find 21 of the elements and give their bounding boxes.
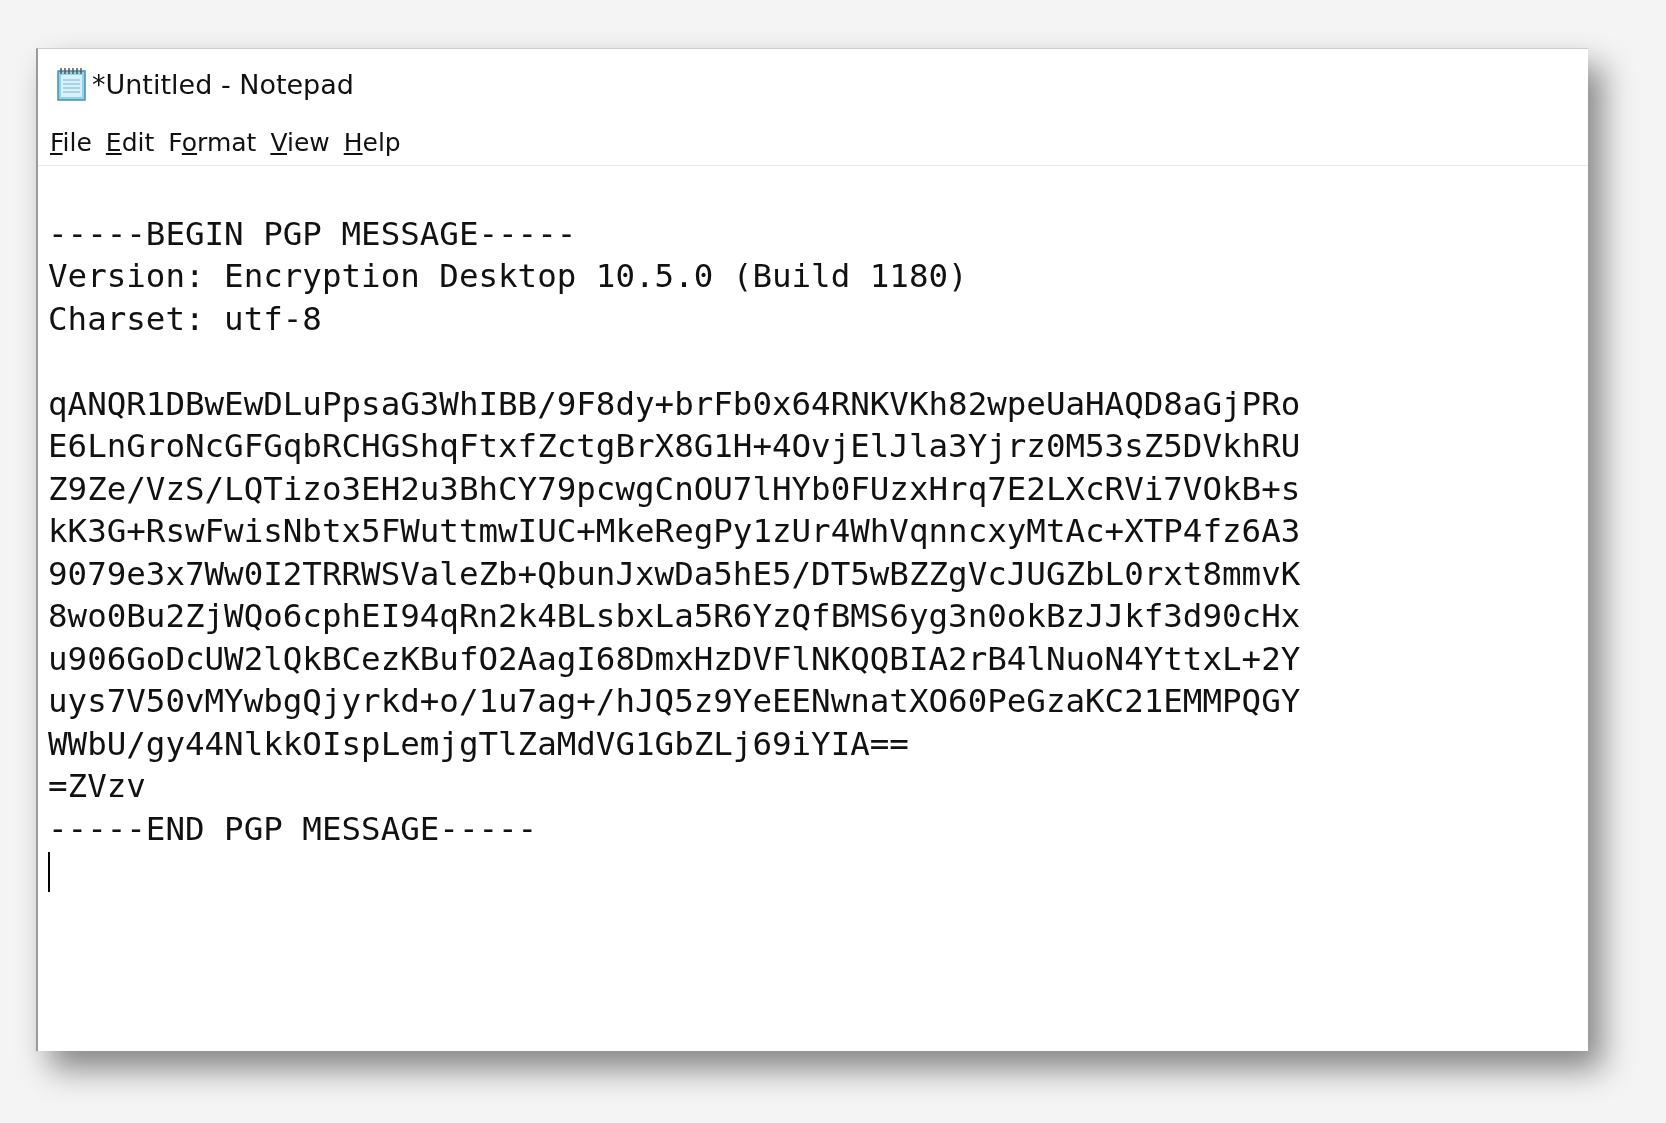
text-line: E6LnGroNcGFGqbRCHGShqFtxfZctgBrX8G1H+4OvjElJla3Yjrz0M53sZ5DVkhRU	[48, 426, 1302, 467]
window-title: *Untitled - Notepad	[92, 68, 354, 100]
text-line: u906GoDcUW2lQkBCezKBufO2AagI68DmxHzDVFlNKQQBIA2rB4lNuoN4YttxL+2Y	[48, 638, 1302, 680]
menu-item[interactable]: Format	[162, 127, 263, 157]
text-line: Charset: utf-8	[48, 298, 323, 340]
menu-item[interactable]: View	[264, 127, 336, 157]
text-line: kK3G+RswFwisNbtx5FWuttmwIUC+MkeRegPy1zUr4WhVqnncxyMtAc+XTP4fz6A3	[48, 511, 1302, 552]
text-line: Version: Encryption Desktop 10.5.0 (Build 1180)	[48, 256, 969, 297]
text-line: -----END PGP MESSAGE-----	[48, 808, 539, 850]
text-cursor	[48, 852, 50, 892]
menu-item[interactable]: Help	[337, 127, 407, 157]
text-line: uys7V50vMYwbgQjyrkd+o/1u7ag+/hJQ5z9YeEENwnatXO60PeGzaKC21EMMPQGY	[48, 681, 1302, 722]
text-line: 9079e3x7Ww0I2TRRWSValeZb+QbunJxwDa5hE5/DT5wBZZgVcJUGZbL0rxt8mmvK	[48, 553, 1302, 595]
text-line: qANQR1DBwEwDLuPpsaG3WhIBB/9F8dy+brFb0x64RNKVKh82wpeUaHAQD8aGjPRo	[48, 383, 1302, 425]
menu-item[interactable]: File	[44, 127, 98, 157]
text-line: WWbU/gy44NlkkOIspLemjgTlZaMdVG1GbZLj69iYIA==	[48, 723, 910, 765]
text-line: -----BEGIN PGP MESSAGE-----	[48, 213, 578, 255]
text-line: 8wo0Bu2ZjWQo6cphEI94qRn2k4BLsbxLa5R6YzQfBMS6yg3n0okBzJJkf3d90cHx	[48, 596, 1302, 637]
menu-item[interactable]: Edit	[99, 127, 161, 157]
text-line: =ZVzv	[48, 766, 147, 807]
text-line: Z9Ze/VzS/LQTizo3EH2u3BhCY79pcwgCnOU7lHYb0FUzxHrq7E2LXcRVi7VOkB+s	[48, 468, 1302, 510]
